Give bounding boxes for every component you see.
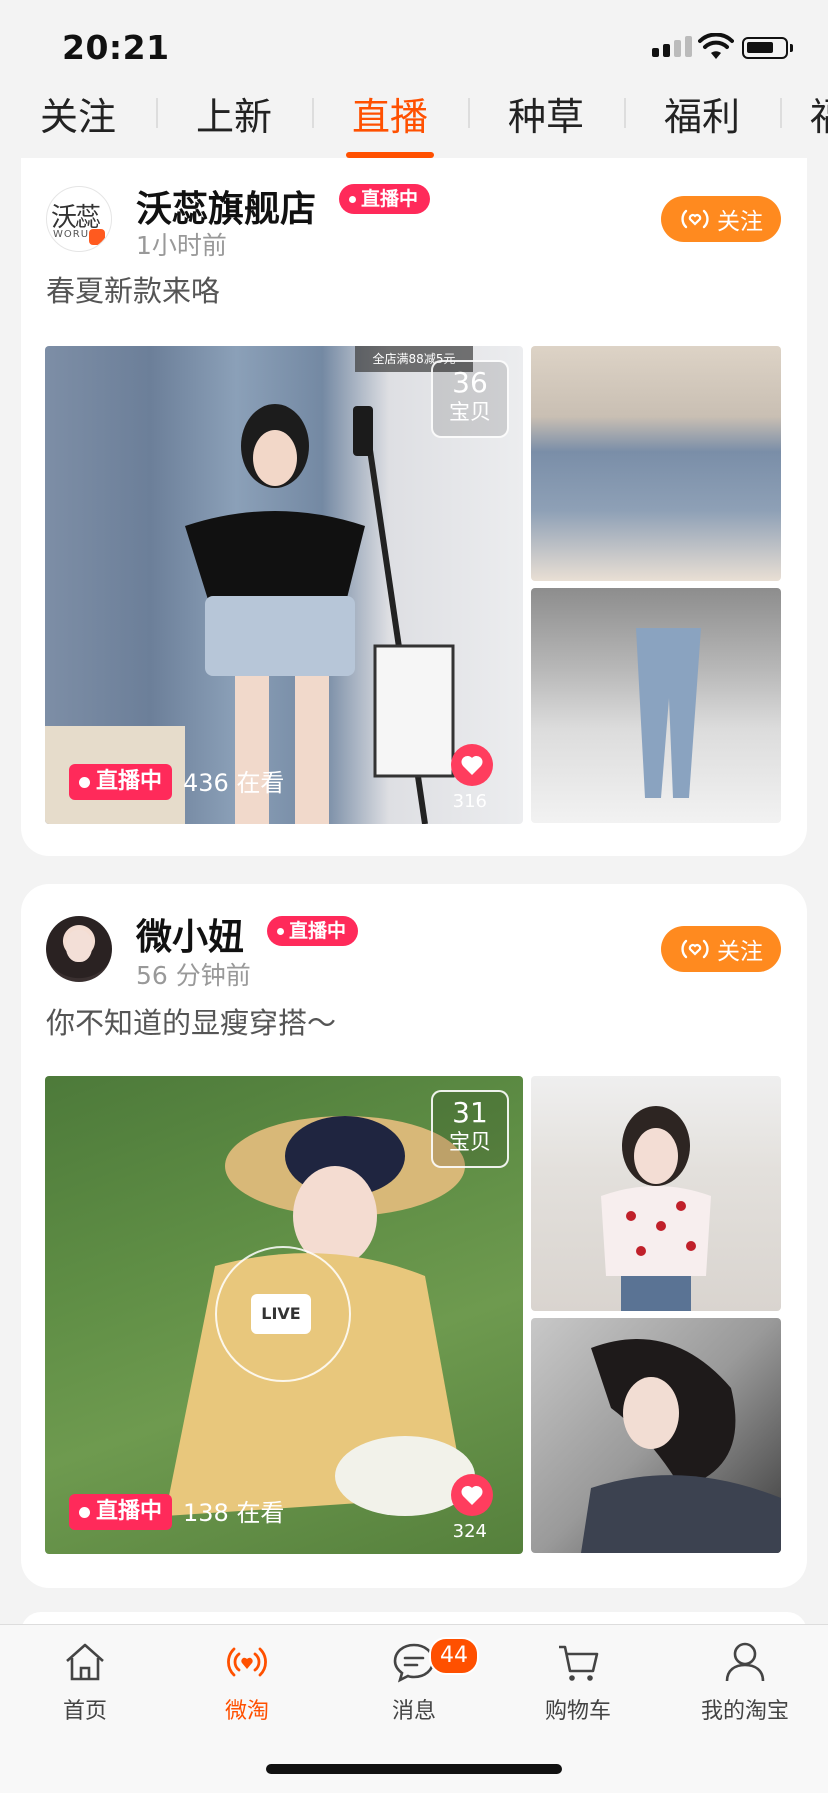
- nav-weitao[interactable]: 微淘: [182, 1639, 312, 1725]
- wifi-icon: [698, 33, 734, 59]
- live-cover-image[interactable]: 全店满88减5元 36 宝贝 直播中 436 在看 316: [45, 346, 523, 824]
- cart-icon: [559, 1645, 599, 1681]
- unread-badge: 44: [429, 1637, 479, 1675]
- item-count-box[interactable]: 31 宝贝: [431, 1090, 509, 1168]
- shop-avatar[interactable]: 沃蕊 WORU: [46, 186, 112, 252]
- live-chip: 直播中: [69, 1494, 173, 1530]
- tab-recommend[interactable]: 种草: [508, 86, 584, 141]
- product-image[interactable]: [531, 346, 781, 581]
- tab-new[interactable]: 上新: [196, 86, 272, 141]
- shop-name[interactable]: 微小妞: [136, 908, 244, 960]
- follow-button[interactable]: 关注: [661, 926, 781, 972]
- live-status-badge: 直播中: [339, 184, 431, 214]
- tab-live[interactable]: 直播: [352, 86, 428, 141]
- broadcast-icon: [681, 209, 709, 229]
- status-bar: 20:21: [0, 0, 828, 70]
- feed-card[interactable]: 微小妞 直播中 56 分钟前 关注 你不知道的显瘦穿搭～ 31 宝贝 LIVE …: [21, 884, 807, 1588]
- live-status-badge: 直播中: [267, 916, 359, 946]
- live-chip: 直播中: [69, 764, 173, 800]
- post-description: 春夏新款来咯: [46, 274, 221, 308]
- profile-icon: [725, 1642, 765, 1682]
- nav-messages[interactable]: 消息 44: [349, 1637, 479, 1725]
- follow-button[interactable]: 关注: [661, 196, 781, 242]
- like-count: 316: [452, 791, 487, 812]
- item-count-box[interactable]: 36 宝贝: [431, 360, 509, 438]
- nav-profile[interactable]: 我的淘宝: [680, 1639, 810, 1725]
- shop-avatar[interactable]: [46, 916, 112, 982]
- like-heart-icon[interactable]: [451, 744, 493, 786]
- home-indicator: [266, 1764, 562, 1774]
- nav-home[interactable]: 首页: [20, 1639, 150, 1725]
- live-camera-icon: LIVE: [251, 1294, 311, 1334]
- tab-welfare[interactable]: 福利: [664, 86, 740, 141]
- product-image[interactable]: [531, 1318, 781, 1553]
- post-time: 1小时前: [136, 231, 227, 260]
- viewer-count: 138 在看: [183, 1499, 285, 1527]
- post-time: 56 分钟前: [136, 961, 251, 990]
- live-heart-icon: [227, 1647, 267, 1677]
- live-cover-image[interactable]: 31 宝贝 LIVE 直播中 138 在看 324: [45, 1076, 523, 1554]
- top-tab-bar: 关注 上新 直播 种草 福利 福: [0, 76, 828, 160]
- tab-follow[interactable]: 关注: [40, 86, 116, 141]
- live-play-button[interactable]: LIVE: [215, 1246, 351, 1382]
- feed-card[interactable]: 沃蕊 WORU 沃蕊旗舰店 直播中 1小时前 关注 春夏新款来咯 全店满88减5…: [21, 158, 807, 856]
- home-icon: [66, 1643, 104, 1681]
- signal-icon: [652, 36, 692, 57]
- like-heart-icon[interactable]: [451, 1474, 493, 1516]
- status-time: 20:21: [62, 28, 170, 67]
- broadcast-icon: [681, 939, 709, 959]
- product-image[interactable]: [531, 588, 781, 823]
- shop-name[interactable]: 沃蕊旗舰店: [136, 180, 316, 232]
- like-count: 324: [452, 1521, 487, 1542]
- product-image[interactable]: [531, 1076, 781, 1311]
- viewer-count: 436 在看: [183, 769, 285, 797]
- nav-cart[interactable]: 购物车: [513, 1639, 643, 1725]
- battery-icon: [742, 37, 793, 59]
- tab-overflow[interactable]: 福: [810, 86, 828, 141]
- post-description: 你不知道的显瘦穿搭～: [46, 1006, 337, 1040]
